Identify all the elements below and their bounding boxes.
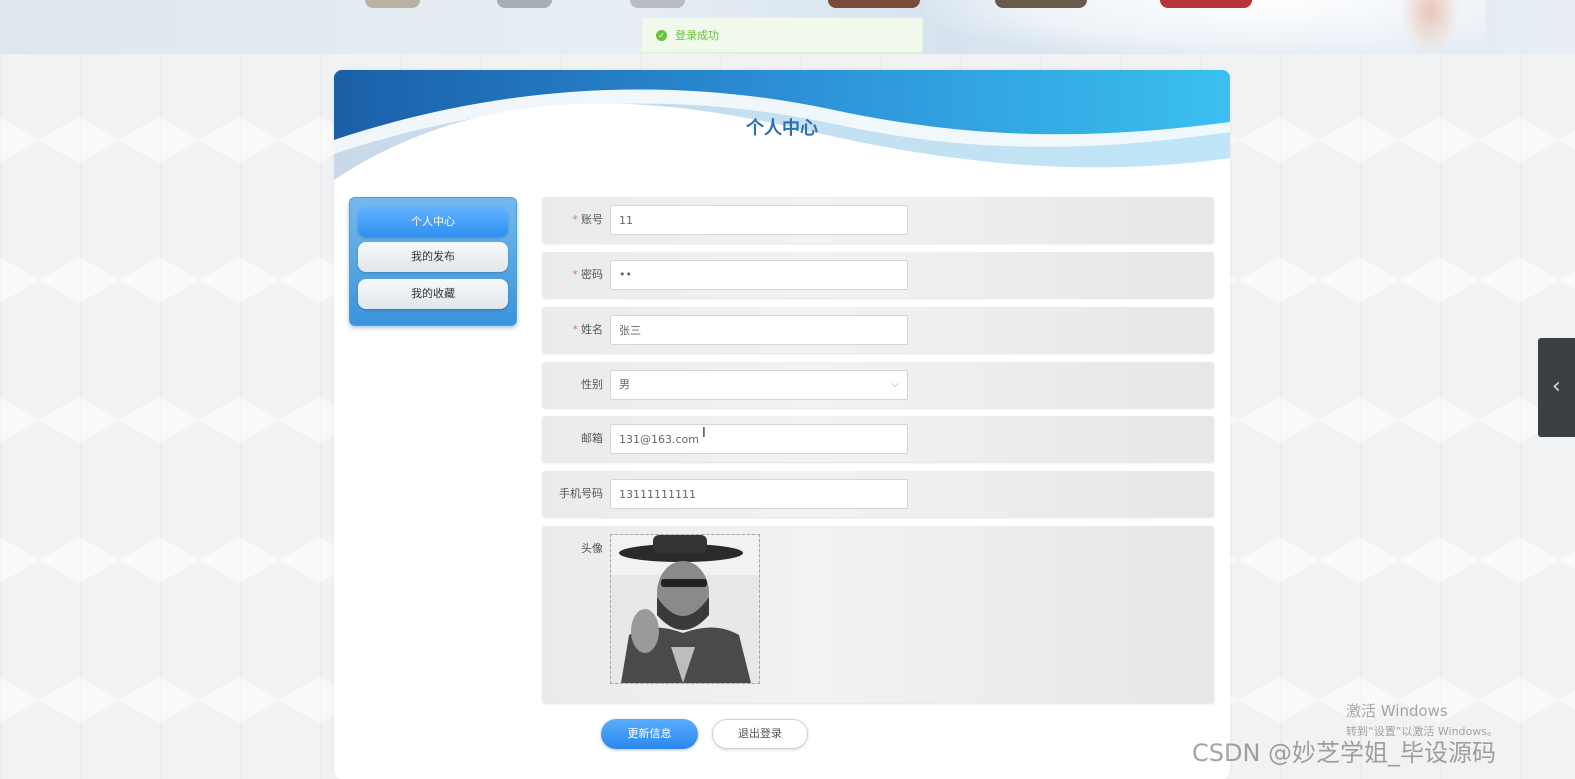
banner-decor [365, 0, 420, 8]
banner-decor [828, 0, 920, 8]
name-input[interactable] [610, 315, 908, 345]
form-row-avatar: 头像 [542, 526, 1214, 703]
form-row-name: * 姓名 [542, 307, 1214, 353]
avatar-label: 头像 [581, 542, 603, 555]
banner-decor [1160, 0, 1252, 8]
sidebar-item-my-favorites[interactable]: 我的收藏 [358, 279, 508, 309]
gender-select[interactable]: 男 [610, 370, 908, 400]
sidebar: 个人中心 我的发布 我的收藏 [349, 197, 517, 326]
csdn-watermark: CSDN @妙芝学姐_毕设源码 [1192, 739, 1497, 767]
side-drawer-toggle[interactable]: ‹ [1538, 338, 1575, 437]
text-cursor-icon: I [702, 426, 706, 441]
banner-decor [1400, 0, 1460, 54]
form-row-account: * 账号 [542, 197, 1214, 243]
profile-card: 个人中心 个人中心 我的发布 我的收藏 *账号 *密码 •• *姓名 性别 男 … [334, 70, 1230, 779]
email-label: 邮箱 [581, 432, 603, 445]
form-row-gender: 性别 男 ⌵ [542, 362, 1214, 408]
sidebar-item-profile[interactable]: 个人中心 [358, 207, 508, 237]
page-title: 个人中心 [746, 118, 818, 139]
toast-message: 登录成功 [675, 29, 719, 42]
password-input[interactable]: •• [610, 260, 908, 290]
account-input[interactable] [610, 205, 908, 235]
update-info-button[interactable]: 更新信息 [601, 719, 698, 749]
chevron-left-icon: ‹ [1552, 374, 1561, 399]
avatar-image [611, 535, 759, 683]
account-label: * 账号 [572, 213, 604, 226]
banner-decor [497, 0, 552, 8]
success-check-icon: ✓ [656, 29, 667, 41]
form-row-email: 邮箱 [542, 416, 1214, 462]
form-row-password: * 密码 •• [542, 252, 1214, 298]
success-toast: ✓ 登录成功 [641, 17, 923, 53]
name-label: * 姓名 [572, 323, 604, 336]
phone-label: 手机号码 [559, 487, 603, 500]
logout-button[interactable]: 退出登录 [712, 719, 808, 749]
phone-input[interactable] [610, 479, 908, 509]
avatar-upload[interactable] [610, 534, 760, 684]
banner-decor [630, 0, 685, 8]
email-input[interactable] [610, 424, 908, 454]
form-row-phone: 手机号码 [542, 471, 1214, 517]
chevron-down-icon[interactable]: ⌵ [888, 376, 902, 394]
sidebar-item-my-posts[interactable]: 我的发布 [358, 242, 508, 272]
gender-label: 性别 [581, 378, 603, 391]
password-label: * 密码 [572, 268, 604, 281]
windows-watermark-title: 激活 Windows [1346, 702, 1448, 720]
banner-decor [995, 0, 1087, 8]
